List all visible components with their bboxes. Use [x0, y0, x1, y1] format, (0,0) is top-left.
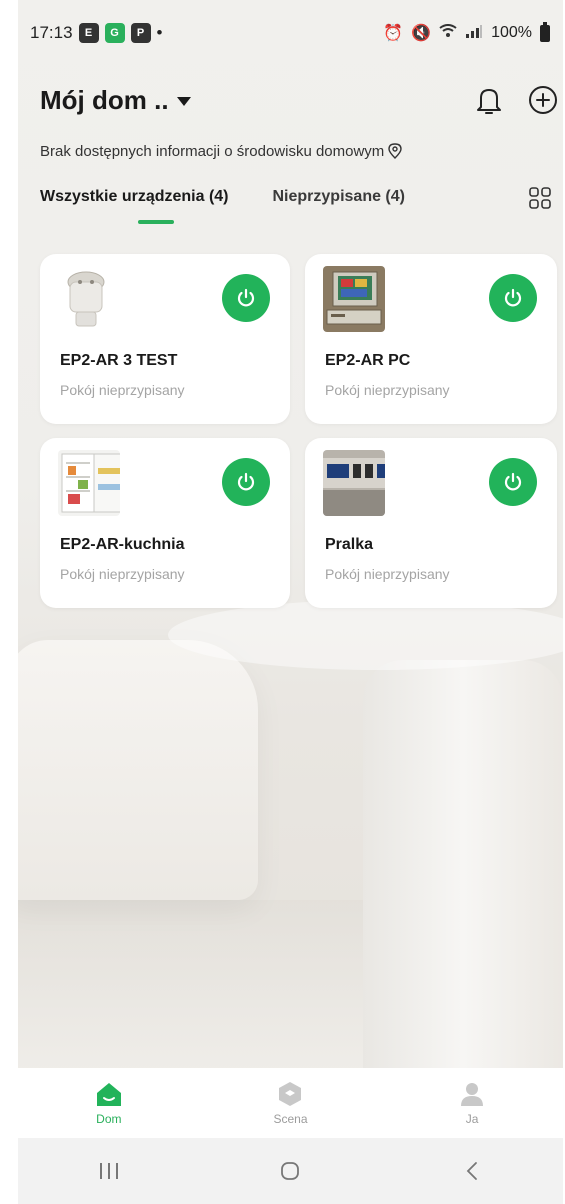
tab-all-devices[interactable]: Wszystkie urządzenia (4) [40, 188, 229, 220]
device-card[interactable]: EP2-AR 3 TEST Pokój nieprzypisany [40, 254, 290, 424]
nav-item-scene[interactable]: Scena [230, 1080, 350, 1126]
mute-icon: 🔇 [411, 25, 432, 42]
location-pin-icon [388, 143, 403, 159]
status-time: 17:13 [30, 23, 73, 42]
status-left: 17:13 E G P • [30, 23, 163, 43]
device-tabs: Wszystkie urządzenia (4) Nieprzypisane (… [40, 186, 560, 228]
dot-icon: • [156, 23, 163, 42]
power-icon [237, 288, 255, 307]
nav-item-me[interactable]: Ja [412, 1080, 532, 1126]
device-name: EP2-AR-kuchnia [60, 536, 185, 553]
environment-info-text: Brak dostępnych informacji o środowisku … [40, 142, 385, 160]
device-room: Pokój nieprzypisany [60, 566, 185, 582]
power-toggle[interactable] [489, 274, 537, 322]
home-icon [96, 1083, 121, 1106]
washing-machine-panel-image [323, 450, 385, 516]
active-tab-indicator [138, 220, 174, 224]
grid-view-button[interactable] [528, 186, 552, 215]
status-bar: 17:13 E G P • ⏰ 🔇 100% [30, 18, 550, 48]
device-grid: EP2-AR 3 TEST Pokój nieprzypisany EP2-AR… [40, 254, 557, 608]
device-name: EP2-AR 3 TEST [60, 352, 178, 369]
grid-icon [529, 187, 551, 209]
device-card[interactable]: EP2-AR-kuchnia Pokój nieprzypisany [40, 438, 290, 608]
device-room: Pokój nieprzypisany [325, 566, 450, 582]
home-circle-icon [281, 1162, 300, 1180]
power-toggle[interactable] [222, 274, 270, 322]
battery-percent: 100% [491, 24, 532, 41]
wifi-icon [439, 23, 457, 43]
refrigerator-image [58, 450, 120, 516]
device-name: Pralka [325, 536, 374, 553]
notification-badge-g: G [104, 23, 125, 43]
background-lamp [363, 660, 563, 1080]
power-icon [504, 288, 522, 307]
power-icon [504, 472, 522, 491]
nav-label-home: Dom [96, 1112, 122, 1126]
header-actions [472, 83, 560, 117]
header: Mój dom .. [40, 78, 560, 122]
environment-info[interactable]: Brak dostępnych informacji o środowisku … [40, 142, 403, 160]
status-right: ⏰ 🔇 100% [383, 21, 550, 43]
device-name: EP2-AR PC [325, 352, 411, 369]
add-button[interactable] [526, 83, 560, 117]
person-icon [461, 1083, 484, 1106]
device-card[interactable]: EP2-AR PC Pokój nieprzypisany [305, 254, 557, 424]
system-nav-bar [18, 1138, 563, 1204]
recent-apps-button[interactable] [79, 1151, 139, 1191]
tab-unassigned[interactable]: Nieprzypisane (4) [273, 188, 405, 220]
power-toggle[interactable] [489, 458, 537, 506]
home-name: Mój dom .. [40, 84, 169, 115]
battery-icon [540, 21, 550, 42]
device-room: Pokój nieprzypisany [325, 382, 450, 398]
power-toggle[interactable] [222, 458, 270, 506]
notifications-button[interactable] [472, 83, 506, 117]
background-sofa [18, 640, 258, 900]
plus-circle-icon [529, 86, 557, 114]
scene-cube-icon [279, 1082, 302, 1106]
device-card[interactable]: Pralka Pokój nieprzypisany [305, 438, 557, 608]
bottom-nav: Dom Scena Ja [18, 1068, 563, 1138]
recent-apps-icon [99, 1163, 118, 1179]
nav-label-me: Ja [465, 1112, 479, 1126]
notification-badge-e: E [78, 23, 99, 43]
caret-down-icon [176, 96, 191, 106]
alarm-icon: ⏰ [383, 25, 404, 42]
computer-image [323, 266, 385, 332]
nav-label-scene: Scena [273, 1112, 308, 1126]
bell-icon [477, 89, 501, 114]
home-system-button[interactable] [260, 1151, 320, 1191]
signal-icon [465, 24, 483, 43]
notification-badge-p: P [130, 23, 151, 43]
back-chevron-icon [466, 1162, 478, 1180]
power-icon [237, 472, 255, 491]
nav-item-home[interactable]: Dom [49, 1080, 169, 1126]
device-room: Pokój nieprzypisany [60, 382, 185, 398]
back-button[interactable] [442, 1151, 502, 1191]
home-selector[interactable]: Mój dom .. [40, 85, 191, 116]
smart-plug-image [58, 266, 120, 332]
background-table [168, 600, 563, 670]
